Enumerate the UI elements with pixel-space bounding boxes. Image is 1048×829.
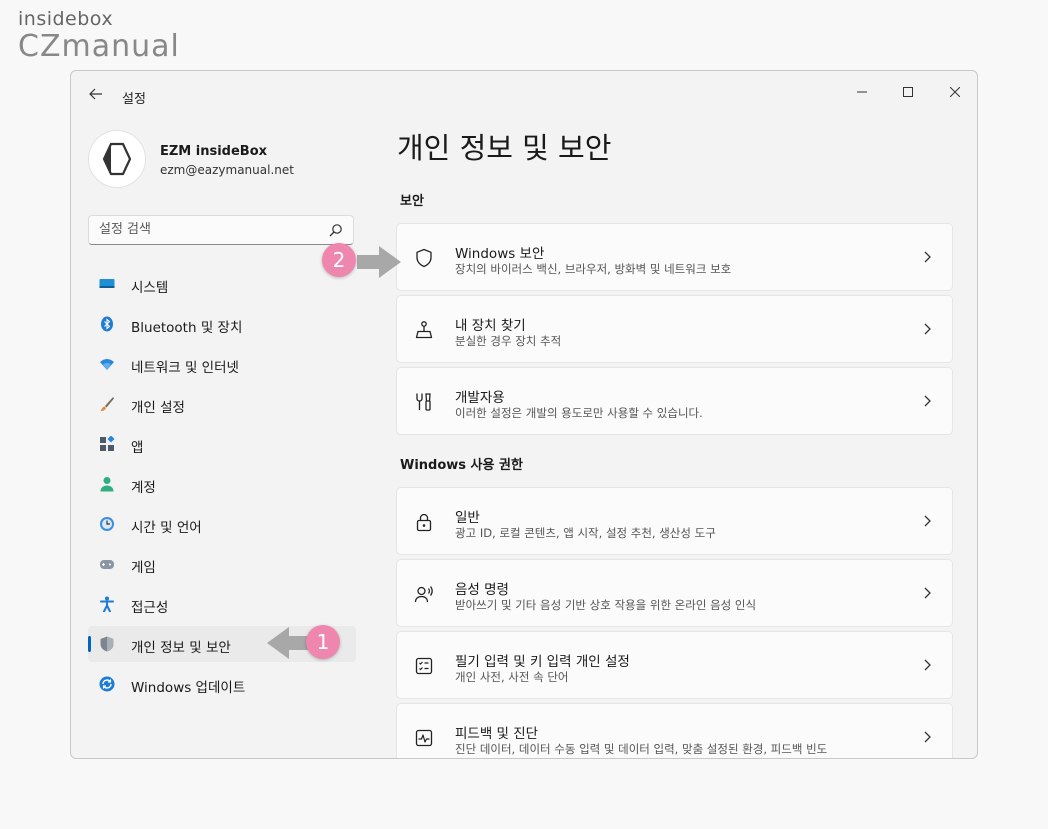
watermark-line2: CZmanual [18,29,180,64]
card-description: 진단 데이터, 데이터 수동 입력 및 데이터 입력, 맞춤 설정된 환경, 피… [455,742,828,756]
chevron-right-icon [924,323,931,335]
sidebar-item-personalization[interactable]: 개인 설정 [88,386,356,422]
title-bar: 설정 [71,71,977,111]
sidebar-item-accounts[interactable]: 계정 [88,466,356,502]
accessibility-icon [100,596,114,612]
sidebar-item-label: Windows 업데이트 [131,680,246,696]
diagnostics-icon [415,729,433,747]
chevron-right-icon [924,587,931,599]
annotation-arrow-2 [357,246,401,278]
maximize-button[interactable] [885,77,931,107]
sidebar-item-label: 앱 [131,440,144,456]
update-icon [99,676,115,692]
chevron-right-icon [924,395,931,407]
card-title: 필기 입력 및 키 입력 개인 설정 [455,654,630,670]
lock-icon [416,513,432,532]
card-general[interactable]: 일반 광고 ID, 로컬 콘텐츠, 앱 시작, 설정 추천, 생산성 도구 [396,487,953,555]
card-title: 음성 명령 [455,582,509,598]
sidebar-item-label: 네트워크 및 인터넷 [131,360,239,376]
chevron-right-icon [924,659,931,671]
sidebar-item-apps[interactable]: 앱 [88,426,356,462]
developer-tools-icon [416,393,431,411]
annotation-arrow-1 [267,627,311,659]
section-heading-security: 보안 [400,194,424,209]
search-input[interactable] [99,222,319,237]
sidebar-item-network[interactable]: 네트워크 및 인터넷 [88,346,356,382]
annotation-badge-2: 2 [322,243,356,277]
sidebar-item-label: Bluetooth 및 장치 [131,320,243,336]
section-heading-permissions: Windows 사용 권한 [400,458,523,473]
sidebar-item-time-language[interactable]: 시간 및 언어 [88,506,356,542]
minimize-button[interactable] [839,77,885,107]
close-icon [950,87,960,97]
card-title: 개발자용 [455,390,505,406]
brush-icon [100,397,114,411]
annotation-badge-1: 1 [306,625,340,659]
card-title: 일반 [455,510,480,526]
watermark-logo: insidebox CZmanual [18,8,180,64]
watermark-line1: insidebox [18,8,114,30]
sidebar-item-label: 게임 [131,560,156,576]
search-icon[interactable] [329,223,343,237]
card-for-developers[interactable]: 개발자용 이러한 설정은 개발의 용도로만 사용할 수 있습니다. [396,367,953,435]
settings-window: 설정 EZM insideBox ezm@eazymanual.net 시스템 [70,70,978,759]
sidebar-item-windows-update[interactable]: Windows 업데이트 [88,666,356,702]
user-email: ezm@eazymanual.net [160,163,294,177]
sidebar-item-gaming[interactable]: 게임 [88,546,356,582]
maximize-icon [903,87,913,97]
card-description: 이러한 설정은 개발의 용도로만 사용할 수 있습니다. [455,406,703,420]
bluetooth-icon [101,316,113,332]
sidebar-item-bluetooth[interactable]: Bluetooth 및 장치 [88,306,356,342]
find-device-icon [415,321,433,339]
sidebar-item-label: 시간 및 언어 [131,520,202,536]
sidebar-item-label: 계정 [131,480,156,496]
card-description: 광고 ID, 로컬 콘텐츠, 앱 시작, 설정 추천, 생산성 도구 [455,526,716,540]
chevron-right-icon [924,731,931,743]
network-icon [100,359,114,370]
shield-outline-icon [416,248,432,268]
account-icon [100,477,114,492]
card-windows-security[interactable]: Windows 보안 장치의 바이러스 백신, 브라우저, 방화벽 및 네트워크… [396,223,953,291]
card-inking-typing[interactable]: 필기 입력 및 키 입력 개인 설정 개인 사전, 사전 속 단어 [396,631,953,699]
card-description: 받아쓰기 및 기타 음성 기반 상호 작용을 위한 온라인 음성 인식 [455,598,757,612]
window-title: 설정 [122,92,146,107]
card-title: 내 장치 찾기 [455,318,526,334]
chevron-right-icon [924,515,931,527]
card-title: 피드백 및 진단 [455,726,539,742]
close-button[interactable] [932,77,977,107]
card-description: 분실한 경우 장치 추적 [455,334,562,348]
card-title: Windows 보안 [455,246,545,262]
time-language-icon [100,517,114,531]
system-icon [99,279,115,288]
minimize-icon [857,91,867,93]
inking-typing-icon [415,657,433,675]
card-diagnostics-feedback[interactable]: 피드백 및 진단 진단 데이터, 데이터 수동 입력 및 데이터 입력, 맞춤 … [396,703,953,758]
back-arrow-icon [89,88,102,100]
sidebar-item-system[interactable]: 시스템 [88,266,356,302]
sidebar-item-label: 시스템 [131,280,169,296]
sidebar-item-accessibility[interactable]: 접근성 [88,586,356,622]
card-speech[interactable]: 음성 명령 받아쓰기 및 기타 음성 기반 상호 작용을 위한 온라인 음성 인… [396,559,953,627]
chevron-right-icon [924,251,931,263]
sidebar-item-label: 개인 정보 및 보안 [131,640,231,656]
selection-indicator [88,636,91,652]
card-find-my-device[interactable]: 내 장치 찾기 분실한 경우 장치 추적 [396,295,953,363]
gamepad-icon [100,560,114,569]
page-title: 개인 정보 및 보안 [397,131,612,165]
card-description: 개인 사전, 사전 속 단어 [455,670,569,684]
avatar-logo-icon [102,142,132,176]
avatar[interactable] [88,130,146,188]
card-description: 장치의 바이러스 백신, 브라우저, 방화벽 및 네트워크 보호 [455,262,732,276]
apps-icon [100,436,115,451]
speech-icon [414,586,433,603]
sidebar-item-label: 개인 설정 [131,400,185,416]
search-box[interactable] [88,215,354,245]
user-name: EZM insideBox [160,144,268,159]
back-button[interactable] [85,83,107,105]
sidebar-item-label: 접근성 [131,600,169,616]
shield-icon [100,636,114,652]
